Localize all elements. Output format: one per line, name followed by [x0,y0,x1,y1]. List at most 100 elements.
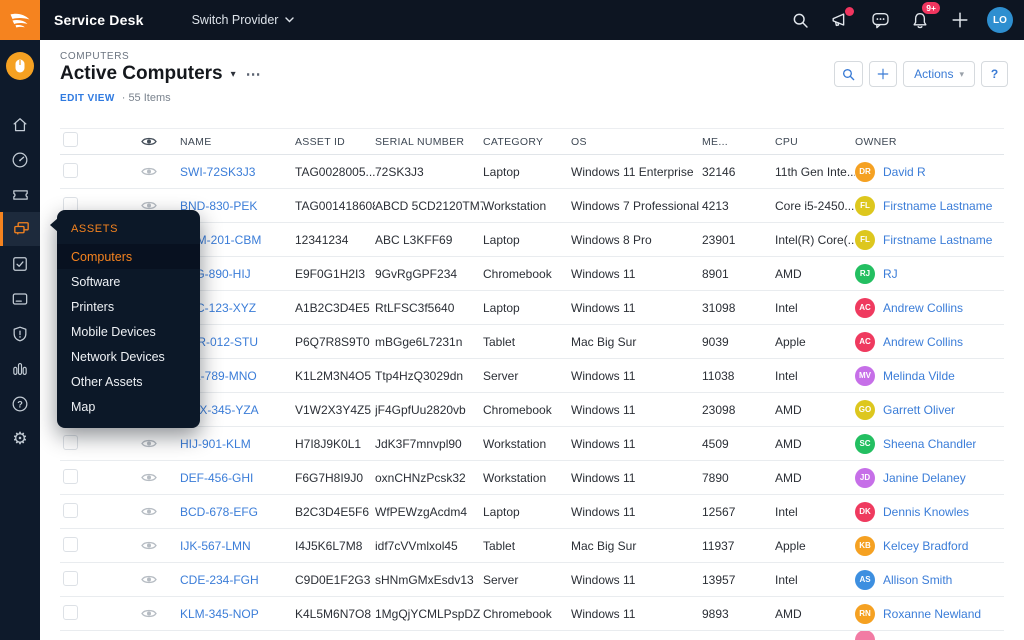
preview-eye-icon[interactable] [141,608,180,619]
chat-icon[interactable] [867,7,893,33]
column-header-owner[interactable]: OWNER [855,136,1004,148]
column-header-os[interactable]: OS [571,136,702,148]
owner-link[interactable]: Firstname Lastname [883,233,992,247]
owner-link[interactable]: Andrew Collins [883,301,963,315]
flyout-item-map[interactable]: Map [57,394,200,419]
asset-name-link[interactable]: BND-830-PEK [180,199,295,213]
owner-link[interactable]: Melinda Vilde [883,369,955,383]
select-all-checkbox[interactable] [63,132,78,147]
asset-name-link[interactable]: CDE-234-FGH [180,573,295,587]
column-header-memory[interactable]: ME... [702,136,775,148]
asset-name-link[interactable]: HIJ-901-KLM [180,437,295,451]
memory-cell: 32146 [702,165,775,179]
breadcrumb: COMPUTERS [60,51,129,62]
owner-link[interactable]: Garrett Oliver [883,403,955,417]
sidebar-item-home[interactable] [0,107,40,142]
preview-eye-icon[interactable] [141,166,180,177]
owner-link[interactable]: Allison Smith [883,573,952,587]
column-header-category[interactable]: CATEGORY [483,136,571,148]
memory-cell: 11038 [702,369,775,383]
asset-name-link[interactable]: DEF-456-GHI [180,471,295,485]
switch-provider-menu[interactable]: Switch Provider [192,13,295,27]
announcements-icon[interactable] [827,7,853,33]
owner-avatar: AS [855,570,875,590]
table-row: JKL-789-MNOK1L2M3N4O5Ttp4HzQ3029dnServer… [60,359,1004,393]
owner-link[interactable]: RJ [883,267,898,281]
preview-eye-icon[interactable] [141,574,180,585]
preview-eye-icon[interactable] [141,472,180,483]
service-desk-badge-icon[interactable] [6,52,34,80]
row-checkbox[interactable] [63,163,78,178]
owner-link[interactable]: Sheena Chandler [883,437,976,451]
flyout-item-network-devices[interactable]: Network Devices [57,344,200,369]
page-title: Active Computers [60,63,223,85]
owner-link[interactable]: Firstname Lastname [883,199,992,213]
solarwinds-logo[interactable] [0,0,40,40]
flyout-item-computers[interactable]: Computers [57,244,200,269]
row-checkbox[interactable] [63,503,78,518]
preview-eye-icon[interactable] [141,506,180,517]
sidebar-item-reports[interactable] [0,351,40,386]
memory-cell: 23098 [702,403,775,417]
flyout-item-software[interactable]: Software [57,269,200,294]
flyout-item-mobile-devices[interactable]: Mobile Devices [57,319,200,344]
row-checkbox[interactable] [63,537,78,552]
owner-avatar: DK [855,502,875,522]
preview-eye-icon[interactable] [141,540,180,551]
owner-cell: MVMelinda Vilde [855,366,1004,386]
sidebar-item-assets[interactable] [0,212,40,246]
help-button[interactable]: ? [981,61,1008,87]
computers-table: NAME ASSET ID SERIAL NUMBER CATEGORY OS … [60,128,1004,640]
create-new-icon[interactable] [947,7,973,33]
top-navigation-bar: Service Desk Switch Provider 9+ LO [0,0,1024,40]
list-toolbar: Actions ▾ ? [834,61,1008,87]
sidebar-item-risks[interactable] [0,316,40,351]
actions-button[interactable]: Actions ▾ [903,61,975,87]
os-cell: Windows 11 [571,573,702,587]
asset-name-link[interactable]: IJK-567-LMN [180,539,295,553]
owner-link[interactable]: David R [883,165,926,179]
asset-name-link[interactable]: SWI-72SK3J3 [180,165,295,179]
owner-link[interactable]: Roxanne Newland [883,607,981,621]
edit-view-link[interactable]: EDIT VIEW [60,93,115,104]
list-search-button[interactable] [834,61,863,87]
sidebar-item-settings[interactable]: ⚙ [0,421,40,456]
row-checkbox[interactable] [63,571,78,586]
category-cell: Workstation [483,199,571,213]
asset-name-link[interactable]: BCD-678-EFG [180,505,295,519]
cpu-cell: Intel(R) Core(... [775,233,855,247]
sidebar-item-tasks[interactable] [0,246,40,281]
owner-link[interactable]: Janine Delaney [883,471,966,485]
title-dropdown-caret[interactable]: ▾ [231,69,236,80]
sidebar-item-dashboard[interactable] [0,142,40,177]
add-asset-button[interactable] [869,61,897,87]
cpu-cell: Intel [775,573,855,587]
memory-cell: 12567 [702,505,775,519]
flyout-item-printers[interactable]: Printers [57,294,200,319]
sidebar-item-help[interactable]: ? [0,386,40,421]
owner-link[interactable]: Andrew Collins [883,335,963,349]
sidebar-item-tickets[interactable] [0,177,40,212]
owner-avatar: RJ [855,264,875,284]
column-header-serial[interactable]: SERIAL NUMBER [375,136,483,148]
owner-link[interactable]: Kelcey Bradford [883,539,968,553]
row-checkbox[interactable] [63,435,78,450]
column-header-asset-id[interactable]: ASSET ID [295,136,375,148]
column-header-name[interactable]: NAME [180,136,295,148]
preview-eye-icon[interactable] [141,438,180,449]
items-count: · 55 Items [122,92,171,104]
more-options-icon[interactable]: ⋯ [246,65,262,83]
asset-name-link[interactable]: KLM-345-NOP [180,607,295,621]
os-cell: Mac Big Sur [571,539,702,553]
sidebar-item-services[interactable] [0,281,40,316]
notifications-bell-icon[interactable]: 9+ [907,7,933,33]
flyout-item-other-assets[interactable]: Other Assets [57,369,200,394]
table-row: VWX-345-YZAV1W2X3Y4Z5jF4GpfUu2820vbChrom… [60,393,1004,427]
owner-link[interactable]: Dennis Knowles [883,505,969,519]
row-checkbox[interactable] [63,469,78,484]
global-search-icon[interactable] [787,7,813,33]
user-avatar[interactable]: LO [987,7,1013,33]
os-cell: Windows 11 [571,369,702,383]
row-checkbox[interactable] [63,605,78,620]
column-header-cpu[interactable]: CPU [775,136,855,148]
